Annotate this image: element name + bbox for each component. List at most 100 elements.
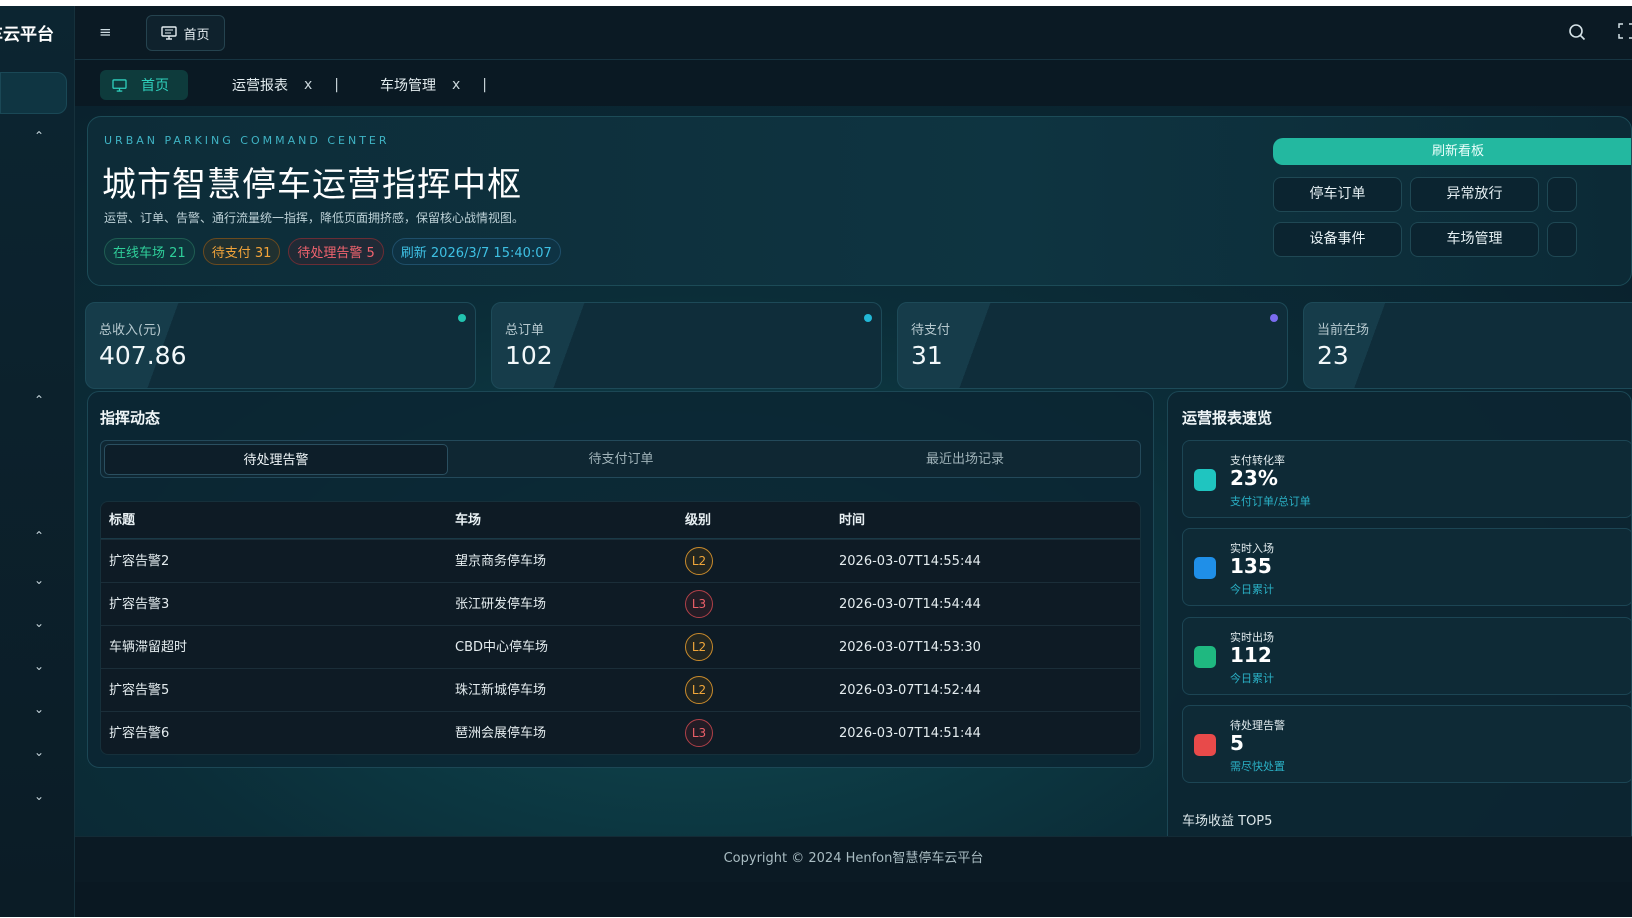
monitor-icon: [112, 78, 127, 92]
indicator-square: [1194, 646, 1216, 668]
chevron-down-icon[interactable]: ⌄: [31, 788, 47, 804]
report-card-value: 135: [1230, 554, 1272, 578]
level-badge: L3: [685, 590, 713, 618]
cell-time: 2026-03-07T14:51:44: [839, 726, 981, 741]
page-title: 城市智慧停车运营指挥中枢: [102, 165, 522, 205]
tabs-bar: 首页 运营报表 x | 车场管理 x |: [75, 60, 1632, 106]
cell-title: 扩容告警3: [109, 597, 170, 612]
main-content: URBAN PARKING COMMAND CENTER 城市智慧停车运营指挥中…: [75, 106, 1632, 851]
chip-pending-alerts: 待处理告警 5: [288, 238, 384, 265]
search-icon[interactable]: [1568, 23, 1588, 43]
chevron-down-icon[interactable]: ⌄: [31, 701, 47, 717]
stat-label: 总订单: [505, 323, 545, 338]
close-icon[interactable]: x: [452, 77, 460, 93]
quick-action-button[interactable]: [1547, 177, 1577, 212]
cell-time: 2026-03-07T14:52:44: [839, 683, 981, 698]
abnormal-release-button[interactable]: 异常放行: [1410, 177, 1539, 212]
stat-value: 31: [911, 341, 943, 370]
report-panel: 运营报表速览 支付转化率 23% 支付订单/总订单 实时入场 135 今日累计 …: [1167, 391, 1632, 851]
cell-title: 扩容告警6: [109, 726, 170, 741]
cell-lot: 望京商务停车场: [455, 554, 547, 569]
tab-divider: |: [482, 77, 488, 93]
stat-card-orders: 总订单 102: [491, 302, 882, 389]
report-card-note: 今日累计: [1230, 583, 1274, 596]
chevron-up-icon[interactable]: ⌃: [31, 528, 47, 544]
table-row[interactable]: 扩容告警2 望京商务停车场 L2 2026-03-07T14:55:44: [101, 539, 1140, 582]
tab-home[interactable]: 首页: [100, 70, 188, 100]
home-button[interactable]: 首页: [146, 15, 225, 51]
tab-pending-orders[interactable]: 待支付订单: [449, 444, 793, 475]
top-bar: ≡ 首页: [75, 6, 1632, 60]
column-header: 标题: [109, 513, 136, 528]
report-card-entries: 实时入场 135 今日累计: [1182, 528, 1631, 606]
column-header: 时间: [839, 513, 866, 528]
column-header: 车场: [455, 513, 482, 528]
chevron-down-icon[interactable]: ⌄: [31, 615, 47, 631]
report-card-alerts: 待处理告警 5 需尽快处置: [1182, 705, 1631, 783]
column-header: 级别: [685, 513, 712, 528]
chevron-down-icon[interactable]: ⌄: [31, 658, 47, 674]
device-events-button[interactable]: 设备事件: [1273, 222, 1402, 257]
alerts-table: 标题 车场 级别 时间 扩容告警2 望京商务停车场 L2 2026-03-07T…: [100, 501, 1141, 755]
table-row[interactable]: 扩容告警6 琶洲会展停车场 L3 2026-03-07T14:51:44: [101, 711, 1140, 754]
cell-lot: 琶洲会展停车场: [455, 726, 547, 741]
chevron-up-icon[interactable]: ⌃: [31, 128, 47, 144]
menu-fold-icon[interactable]: ≡: [99, 23, 117, 41]
level-badge: L2: [685, 547, 713, 575]
table-row[interactable]: 扩容告警5 珠江新城停车场 L2 2026-03-07T14:52:44: [101, 668, 1140, 711]
tab-divider: |: [334, 77, 340, 93]
report-card-value: 23%: [1230, 466, 1278, 490]
sidebar-item-active[interactable]: [0, 72, 67, 114]
command-tabs: 待处理告警 待支付订单 最近出场记录: [100, 440, 1141, 478]
chevron-down-icon[interactable]: ⌄: [31, 572, 47, 588]
indicator-square: [1194, 557, 1216, 579]
indicator-square: [1194, 469, 1216, 491]
tab-ops-report[interactable]: 运营报表 x |: [232, 70, 339, 100]
report-card-value: 112: [1230, 643, 1272, 667]
refresh-dashboard-button[interactable]: 刷新看板: [1273, 138, 1631, 165]
tab-pending-alerts[interactable]: 待处理告警: [104, 444, 448, 475]
stat-value: 23: [1317, 341, 1349, 370]
report-card-exits: 实时出场 112 今日累计: [1182, 617, 1631, 695]
cell-title: 车辆滞留超时: [109, 640, 188, 655]
fullscreen-icon[interactable]: [1618, 23, 1632, 43]
level-badge: L3: [685, 719, 713, 747]
stat-card-pending-pay: 待支付 31: [897, 302, 1288, 389]
report-card-note: 需尽快处置: [1230, 760, 1285, 773]
stat-label: 总收入(元): [99, 323, 162, 338]
home-button-label: 首页: [183, 27, 210, 43]
hero-subtitle: 运营、订单、告警、通行流量统一指挥，降低页面拥挤感，保留核心战情视图。: [104, 211, 525, 225]
quick-action-button[interactable]: [1547, 222, 1577, 257]
table-row[interactable]: 车辆滞留超时 CBD中心停车场 L2 2026-03-07T14:53:30: [101, 625, 1140, 668]
tab-lot-management-label: 车场管理: [380, 78, 436, 94]
sidebar: 车云平台 ⌃ ⌃ ⌃ ⌄ ⌄ ⌄ ⌄ ⌄ ⌄: [0, 6, 75, 917]
cell-title: 扩容告警2: [109, 554, 170, 569]
table-row[interactable]: 扩容告警3 张江研发停车场 L3 2026-03-07T14:54:44: [101, 582, 1140, 625]
hero-panel: URBAN PARKING COMMAND CENTER 城市智慧停车运营指挥中…: [87, 116, 1632, 286]
level-badge: L2: [685, 676, 713, 704]
command-panel-title: 指挥动态: [100, 409, 161, 427]
close-icon[interactable]: x: [304, 77, 312, 93]
report-panel-title: 运营报表速览: [1182, 409, 1273, 427]
cell-lot: 张江研发停车场: [455, 597, 547, 612]
hero-kicker: URBAN PARKING COMMAND CENTER: [104, 134, 390, 147]
indicator-square: [1194, 734, 1216, 756]
footer-copyright: Copyright © 2024 Henfon智慧停车云平台: [75, 836, 1632, 882]
stat-label: 当前在场: [1317, 323, 1370, 338]
report-card-note: 今日累计: [1230, 672, 1274, 685]
stat-value: 407.86: [99, 341, 187, 370]
chevron-up-icon[interactable]: ⌃: [31, 392, 47, 408]
level-badge: L2: [685, 633, 713, 661]
tab-lot-management[interactable]: 车场管理 x |: [380, 70, 487, 100]
tab-recent-exits[interactable]: 最近出场记录: [793, 444, 1137, 475]
status-dot: [1270, 314, 1278, 322]
chevron-down-icon[interactable]: ⌄: [31, 744, 47, 760]
status-dot: [864, 314, 872, 322]
stat-label: 待支付: [911, 323, 951, 338]
parking-orders-button[interactable]: 停车订单: [1273, 177, 1402, 212]
lot-management-button[interactable]: 车场管理: [1410, 222, 1539, 257]
cell-lot: 珠江新城停车场: [455, 683, 547, 698]
brand-title: 车云平台: [0, 25, 54, 45]
chip-pending-pay: 待支付 31: [202, 238, 281, 265]
status-dot: [458, 314, 466, 322]
